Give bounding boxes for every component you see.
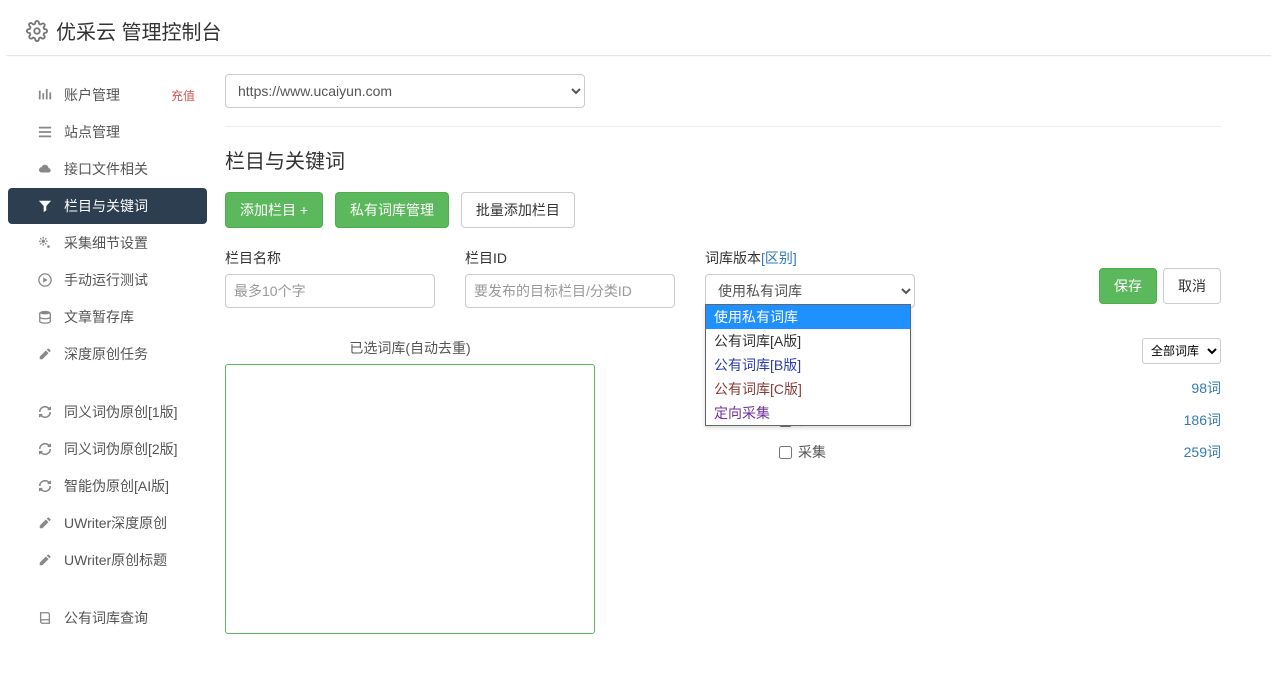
sidebar-item-label: 手动运行测试 — [64, 270, 195, 290]
version-diff-link[interactable]: [区别] — [761, 250, 797, 266]
edit-icon — [36, 553, 54, 567]
refresh-icon — [36, 479, 54, 493]
column-name-label: 栏目名称 — [225, 248, 435, 268]
sidebar-item-label: 文章暂存库 — [64, 307, 195, 327]
sidebar-item[interactable]: 深度原创任务 — [8, 336, 207, 372]
sidebar-item-badge[interactable]: 充值 — [171, 87, 195, 104]
sidebar-item-label: 站点管理 — [64, 122, 195, 142]
version-option[interactable]: 定向采集 — [706, 401, 910, 425]
selected-lib-title: 已选词库(自动去重) — [225, 338, 595, 358]
sidebar-item-label: 同义词伪原创[2版] — [64, 439, 195, 459]
action-button-row: 添加栏目 + 私有词库管理 批量添加栏目 — [225, 192, 1221, 228]
list-icon — [36, 125, 54, 139]
sidebar-item-label: 同义词伪原创[1版] — [64, 402, 195, 422]
sidebar-item[interactable]: 手动运行测试 — [8, 262, 207, 298]
sidebar-item[interactable]: 接口文件相关 — [8, 151, 207, 187]
version-select[interactable]: 使用私有词库 — [705, 274, 915, 308]
sidebar-item[interactable]: 站点管理 — [8, 114, 207, 150]
sidebar-item[interactable]: 智能伪原创[AI版] — [8, 468, 207, 504]
edit-icon — [36, 347, 54, 361]
version-option[interactable]: 公有词库[B版] — [706, 353, 910, 377]
version-option[interactable]: 公有词库[A版] — [706, 329, 910, 353]
lib-item-count[interactable]: 98词 — [1191, 378, 1221, 398]
edit-icon — [36, 516, 54, 530]
cloud-icon — [36, 162, 54, 176]
sidebar-item-label: 采集细节设置 — [64, 233, 195, 253]
column-id-label: 栏目ID — [465, 248, 675, 268]
lib-item-name: 采集 — [798, 442, 1184, 462]
sidebar-item-label: 智能伪原创[AI版] — [64, 476, 195, 496]
sidebar-item-label: 栏目与关键词 — [64, 196, 195, 216]
sidebar-item[interactable]: 文章暂存库 — [8, 299, 207, 335]
version-option[interactable]: 公有词库[C版] — [706, 377, 910, 401]
page-title: 优采云 管理控制台 — [56, 16, 222, 45]
refresh-icon — [36, 442, 54, 456]
form-row: 栏目名称 栏目ID 词库版本[区别] 使用私有词库 使用私有词库公有词库[A版]… — [225, 248, 1221, 308]
db-icon — [36, 310, 54, 324]
sidebar: 账户管理充值站点管理接口文件相关栏目与关键词采集细节设置手动运行测试文章暂存库深… — [0, 56, 215, 674]
private-lib-button[interactable]: 私有词库管理 — [335, 192, 449, 228]
sidebar-item[interactable]: UWriter深度原创 — [8, 505, 207, 541]
sidebar-item-label: UWriter深度原创 — [64, 513, 195, 533]
sidebar-item[interactable]: 同义词伪原创[1版] — [8, 394, 207, 430]
lib-item-count[interactable]: 259词 — [1184, 442, 1221, 462]
cancel-button[interactable]: 取消 — [1163, 268, 1221, 304]
lib-item-checkbox[interactable] — [779, 446, 792, 459]
lib-item-count[interactable]: 186词 — [1184, 410, 1221, 430]
version-label-wrap: 词库版本[区别] — [705, 248, 915, 268]
add-column-button[interactable]: 添加栏目 + — [225, 192, 323, 228]
column-name-input[interactable] — [225, 274, 435, 308]
sidebar-item-label: 账户管理 — [64, 85, 167, 105]
selected-lib-panel: 已选词库(自动去重) — [225, 338, 595, 634]
sidebar-item-label: UWriter原创标题 — [64, 550, 195, 570]
lib-filter-select[interactable]: 全部词库 — [1142, 338, 1221, 364]
sidebar-item[interactable]: UWriter原创标题 — [8, 542, 207, 578]
sidebar-item[interactable]: 同义词伪原创[2版] — [8, 431, 207, 467]
filter-icon — [36, 199, 54, 213]
sidebar-item-label: 接口文件相关 — [64, 159, 195, 179]
column-id-input[interactable] — [465, 274, 675, 308]
version-option[interactable]: 使用私有词库 — [706, 305, 910, 329]
cogs-icon — [36, 236, 54, 250]
save-button[interactable]: 保存 — [1099, 268, 1157, 304]
refresh-icon — [36, 405, 54, 419]
section-title: 栏目与关键词 — [225, 145, 1221, 174]
gear-icon — [26, 20, 48, 42]
book-icon — [36, 611, 54, 625]
sidebar-item-label: 深度原创任务 — [64, 344, 195, 364]
site-select[interactable]: https://www.ucaiyun.com — [225, 74, 585, 108]
sidebar-item[interactable]: 采集细节设置 — [8, 225, 207, 261]
sidebar-item[interactable]: 公有词库查询 — [8, 600, 207, 636]
page-header: 优采云 管理控制台 — [6, 6, 1271, 56]
version-dropdown-list: 使用私有词库公有词库[A版]公有词库[B版]公有词库[C版]定向采集 — [705, 304, 911, 426]
sidebar-item-label: 公有词库查询 — [64, 608, 195, 628]
sidebar-item[interactable]: 栏目与关键词 — [8, 188, 207, 224]
version-label: 词库版本 — [705, 250, 761, 266]
lib-item: 采集259词 — [775, 436, 1221, 468]
sidebar-item[interactable]: 账户管理充值 — [8, 77, 207, 113]
play-icon — [36, 273, 54, 287]
main-content: https://www.ucaiyun.com 栏目与关键词 添加栏目 + 私有… — [215, 56, 1255, 674]
selected-lib-box[interactable] — [225, 364, 595, 634]
bars-icon — [36, 88, 54, 102]
batch-add-button[interactable]: 批量添加栏目 — [461, 192, 575, 228]
